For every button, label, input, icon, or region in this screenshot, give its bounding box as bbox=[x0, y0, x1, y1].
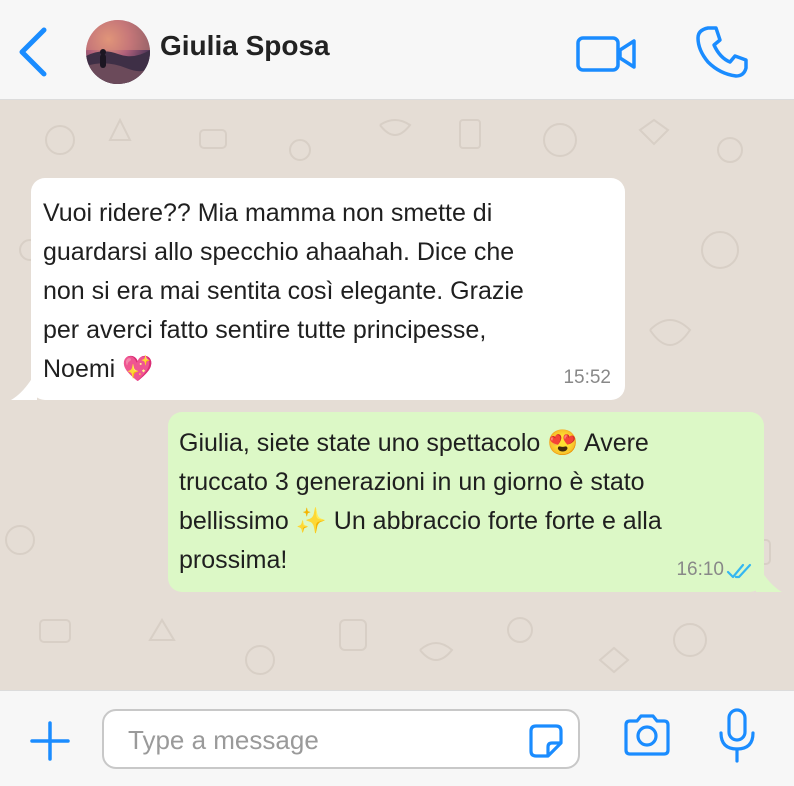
camera-button[interactable] bbox=[622, 713, 672, 757]
avatar[interactable] bbox=[86, 20, 150, 84]
message-time: 16:10 bbox=[676, 559, 724, 580]
microphone-icon bbox=[719, 708, 755, 763]
contact-name[interactable]: Giulia Sposa bbox=[160, 28, 330, 64]
voice-call-button[interactable] bbox=[694, 24, 750, 80]
video-call-button[interactable] bbox=[574, 32, 640, 76]
message-input[interactable] bbox=[126, 719, 520, 761]
message-time: 15:52 bbox=[563, 367, 611, 388]
phone-icon bbox=[696, 26, 748, 78]
sticker-icon bbox=[529, 724, 563, 758]
chat-area[interactable]: Vuoi ridere?? Mia mamma non smette di gu… bbox=[0, 100, 794, 690]
camera-icon bbox=[624, 714, 670, 756]
composer-bar bbox=[0, 690, 794, 786]
message-text: Vuoi ridere?? Mia mamma non smette di gu… bbox=[43, 199, 524, 383]
chat-header: Giulia Sposa bbox=[0, 0, 794, 100]
outgoing-message[interactable]: Giulia, siete state uno spettacolo 😍 Ave… bbox=[168, 412, 764, 592]
avatar-image bbox=[86, 20, 150, 84]
back-button[interactable] bbox=[14, 26, 54, 78]
microphone-button[interactable] bbox=[716, 707, 758, 765]
video-call-icon bbox=[576, 36, 636, 72]
message-text: Giulia, siete state uno spettacolo 😍 Ave… bbox=[179, 429, 662, 574]
back-chevron-icon bbox=[19, 27, 47, 77]
attach-button[interactable] bbox=[30, 721, 70, 761]
double-check-icon bbox=[726, 563, 752, 579]
plus-icon bbox=[30, 721, 70, 761]
incoming-message[interactable]: Vuoi ridere?? Mia mamma non smette di gu… bbox=[31, 178, 625, 400]
sticker-button[interactable] bbox=[528, 723, 564, 759]
message-input-box[interactable] bbox=[102, 709, 580, 769]
